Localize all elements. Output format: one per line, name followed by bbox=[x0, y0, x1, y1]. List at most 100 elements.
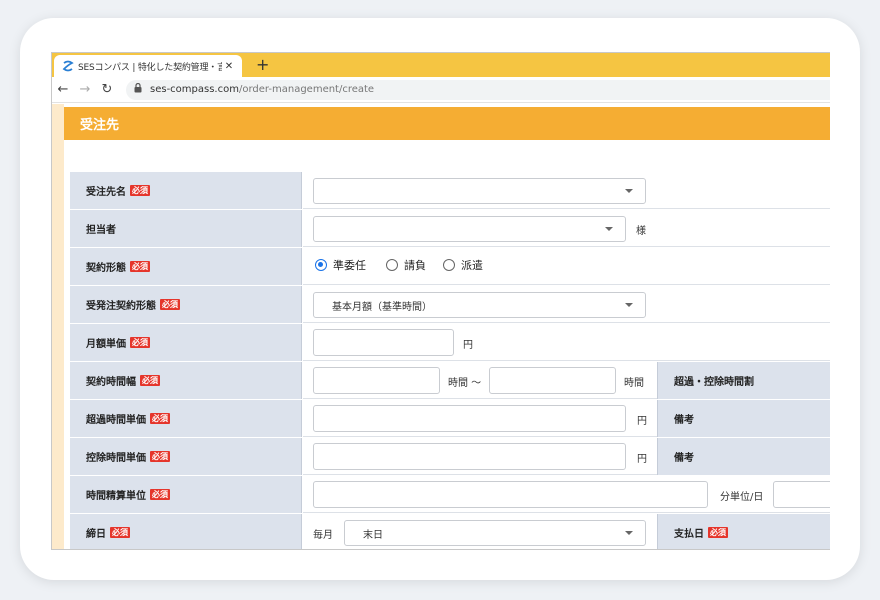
select-value: 末日 bbox=[363, 529, 383, 541]
label-text: 控除時間単価 bbox=[86, 453, 146, 464]
time-unit-input[interactable] bbox=[313, 481, 708, 508]
label-overtime-price: 超過時間単価 必須 bbox=[70, 400, 302, 437]
label-text: 受発注契約形態 bbox=[86, 301, 156, 312]
radio-selected-icon bbox=[315, 259, 327, 271]
label-closing-day: 締日 必須 bbox=[70, 514, 302, 549]
form-row-contract-type: 契約形態 必須 準委任 請負 派遣 bbox=[70, 248, 830, 286]
label-overtime-split: 超過・控除時間割 bbox=[657, 362, 830, 399]
form-row-client-name: 受注先名 必須 bbox=[70, 172, 830, 210]
contact-suffix: 様 bbox=[636, 226, 646, 237]
address-bar[interactable]: ses-compass.com/order-management/create bbox=[126, 79, 830, 100]
hours-range-separator: 時間 〜 bbox=[448, 378, 482, 389]
client-name-select[interactable] bbox=[313, 178, 646, 204]
time-unit-extra-input[interactable] bbox=[773, 481, 830, 508]
label-client-name: 受注先名 必須 bbox=[70, 172, 302, 209]
form-row-order-contract-type: 受発注契約形態 必須 基本月額（基準時間） bbox=[70, 286, 830, 324]
form-row-closing-day: 締日 必須 毎月 末日 支払日 必須 bbox=[70, 514, 830, 549]
browser-tab[interactable]: SESコンパス | 特化した契約管理・言 ✕ bbox=[54, 55, 242, 77]
order-contract-type-select[interactable]: 基本月額（基準時間） bbox=[313, 292, 646, 318]
contact-select[interactable] bbox=[313, 216, 626, 242]
label-monthly-price: 月額単価 必須 bbox=[70, 324, 302, 361]
radio-icon bbox=[443, 259, 455, 271]
tab-close-icon[interactable]: ✕ bbox=[222, 61, 236, 72]
value-cell: 時間 〜 時間 超過・控除時間割 bbox=[303, 362, 830, 399]
forward-icon[interactable]: → bbox=[74, 82, 96, 97]
time-unit-label: 分単位/日 bbox=[720, 492, 764, 503]
chevron-down-icon bbox=[605, 227, 613, 231]
url-domain: ses-compass.com bbox=[150, 84, 239, 95]
label-contract-hours: 契約時間幅 必須 bbox=[70, 362, 302, 399]
value-cell: 円 備考 bbox=[303, 400, 830, 437]
label-text: 月額単価 bbox=[86, 339, 126, 350]
required-badge: 必須 bbox=[708, 527, 728, 538]
form-row-monthly-price: 月額単価 必須 円 bbox=[70, 324, 830, 362]
label-text: 超過時間単価 bbox=[86, 415, 146, 426]
value-cell bbox=[303, 172, 830, 209]
label-text: 契約形態 bbox=[86, 263, 126, 274]
closing-day-select[interactable]: 末日 bbox=[344, 520, 646, 546]
required-badge: 必須 bbox=[160, 299, 180, 310]
monthly-prefix: 毎月 bbox=[313, 530, 333, 541]
required-badge: 必須 bbox=[130, 261, 150, 272]
form-row-overtime-price: 超過時間単価 必須 円 備考 bbox=[70, 400, 830, 438]
back-icon[interactable]: ← bbox=[52, 82, 74, 97]
tab-bar: SESコンパス | 特化した契約管理・言 ✕ + bbox=[52, 53, 830, 77]
tab-title: SESコンパス | 特化した契約管理・言 bbox=[78, 62, 222, 73]
nav-bar: ← → ↻ ses-compass.com/order-management/c… bbox=[52, 77, 830, 103]
reload-icon[interactable]: ↻ bbox=[96, 82, 118, 97]
yen-unit: 円 bbox=[463, 340, 473, 351]
radio-label: 請負 bbox=[404, 259, 426, 272]
label-payment-day: 支払日 必須 bbox=[657, 514, 830, 549]
radio-jun-inin[interactable]: 準委任 bbox=[315, 257, 366, 273]
label-text: 締日 bbox=[86, 529, 106, 540]
radio-ukeoi[interactable]: 請負 bbox=[386, 257, 426, 273]
value-cell: 準委任 請負 派遣 bbox=[303, 248, 830, 285]
label-text: 契約時間幅 bbox=[86, 377, 136, 388]
form-row-deduction-price: 控除時間単価 必須 円 備考 bbox=[70, 438, 830, 476]
label-contract-type: 契約形態 必須 bbox=[70, 248, 302, 285]
label-time-unit: 時間精算単位 必須 bbox=[70, 476, 302, 513]
value-cell: 様 bbox=[303, 210, 830, 247]
section-header: 受注先 bbox=[64, 107, 830, 140]
required-badge: 必須 bbox=[140, 375, 160, 386]
required-badge: 必須 bbox=[150, 489, 170, 500]
chevron-down-icon bbox=[625, 303, 633, 307]
value-cell: 円 bbox=[303, 324, 830, 361]
contract-hours-min-input[interactable] bbox=[313, 367, 440, 394]
browser-window: SESコンパス | 特化した契約管理・言 ✕ + ← → ↻ ses-compa… bbox=[51, 52, 830, 550]
required-badge: 必須 bbox=[150, 451, 170, 462]
favicon-icon bbox=[62, 60, 74, 72]
select-value: 基本月額（基準時間） bbox=[332, 301, 432, 313]
yen-unit: 円 bbox=[637, 454, 647, 465]
required-badge: 必須 bbox=[130, 185, 150, 196]
value-cell: 分単位/日 bbox=[303, 476, 830, 513]
contract-hours-max-input[interactable] bbox=[489, 367, 616, 394]
label-text: 時間精算単位 bbox=[86, 491, 146, 502]
label-text: 支払日 bbox=[674, 529, 704, 540]
form-row-time-unit: 時間精算単位 必須 分単位/日 bbox=[70, 476, 830, 514]
overtime-price-input[interactable] bbox=[313, 405, 626, 432]
label-text: 担当者 bbox=[86, 225, 116, 236]
monthly-price-input[interactable] bbox=[313, 329, 454, 356]
value-cell: 基本月額（基準時間） bbox=[303, 286, 830, 323]
label-order-contract-type: 受発注契約形態 必須 bbox=[70, 286, 302, 323]
radio-haken[interactable]: 派遣 bbox=[443, 257, 483, 273]
yen-unit: 円 bbox=[637, 416, 647, 427]
label-remarks: 備考 bbox=[657, 438, 830, 475]
left-stripe bbox=[52, 104, 64, 549]
value-cell: 毎月 末日 支払日 必須 bbox=[303, 514, 830, 549]
new-tab-button[interactable]: + bbox=[256, 55, 269, 75]
value-cell: 円 備考 bbox=[303, 438, 830, 475]
deduction-price-input[interactable] bbox=[313, 443, 626, 470]
label-text: 受注先名 bbox=[86, 187, 126, 198]
label-remarks: 備考 bbox=[657, 400, 830, 437]
radio-icon bbox=[386, 259, 398, 271]
chevron-down-icon bbox=[625, 189, 633, 193]
hours-unit: 時間 bbox=[624, 378, 644, 389]
label-deduction-price: 控除時間単価 必須 bbox=[70, 438, 302, 475]
radio-label: 派遣 bbox=[461, 259, 483, 272]
chevron-down-icon bbox=[625, 531, 633, 535]
form-row-contact: 担当者 様 bbox=[70, 210, 830, 248]
radio-label: 準委任 bbox=[333, 259, 366, 272]
url-path: /order-management/create bbox=[238, 84, 375, 95]
